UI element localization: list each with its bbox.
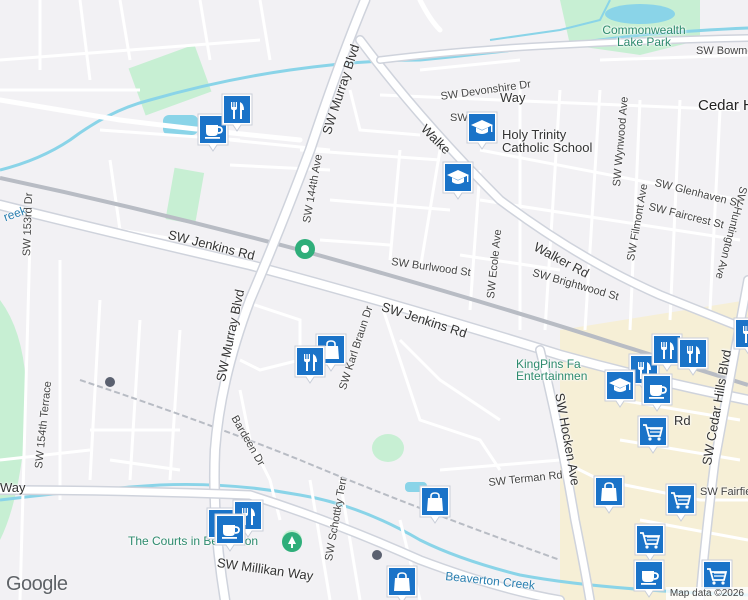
bus-stop-icon[interactable] [372,550,382,560]
shopping-cart-icon[interactable] [664,482,698,522]
label-holy-trinity: Holy Trinity Catholic School [502,127,593,155]
label-kingpins: KingPins Fa Entertainmen [516,357,588,383]
map-base-layer [0,0,748,600]
park-pond-area [372,434,404,462]
school-icon[interactable] [441,160,475,200]
park-marker-icon[interactable] [294,238,316,260]
bus-stop-icon[interactable] [105,377,115,387]
google-logo: Google [6,573,68,595]
commonwealth-lake [605,4,675,24]
coffee-icon[interactable] [632,558,666,598]
coffee-icon[interactable] [213,512,247,552]
label-rd-right: Rd [674,413,691,428]
restaurant-icon[interactable] [732,316,748,356]
school-icon[interactable] [465,110,499,150]
label-sw-153rd: SW 153rd Dr [21,192,36,257]
restaurant-icon[interactable] [220,92,254,132]
shopping-bag-icon[interactable] [385,564,419,600]
label-way: Way [500,90,526,105]
shopping-bag-icon[interactable] [418,484,452,524]
park-field-top [128,44,212,116]
map-canvas[interactable]: Commonwealth Lake Park SW Bowmon SW Devo… [0,0,748,600]
label-sw-bowmont: SW Bowmon [696,45,748,57]
restaurant-icon[interactable] [676,336,710,376]
label-way-left: Way [0,480,26,495]
label-sw-fairfield: SW Fairfiel [700,486,748,498]
park-marker-icon[interactable] [281,531,303,553]
coffee-icon[interactable] [640,372,674,412]
shopping-bag-icon[interactable] [592,474,626,514]
school-icon[interactable] [603,368,637,408]
map-attribution[interactable]: Map data ©2026 [665,587,748,600]
label-commonwealth-lake-park: Commonwealth Lake Park [602,23,686,49]
shopping-cart-icon[interactable] [633,522,667,562]
label-cedar-hills: Cedar H [698,97,748,114]
shopping-cart-icon[interactable] [636,414,670,454]
restaurant-icon[interactable] [293,344,327,384]
